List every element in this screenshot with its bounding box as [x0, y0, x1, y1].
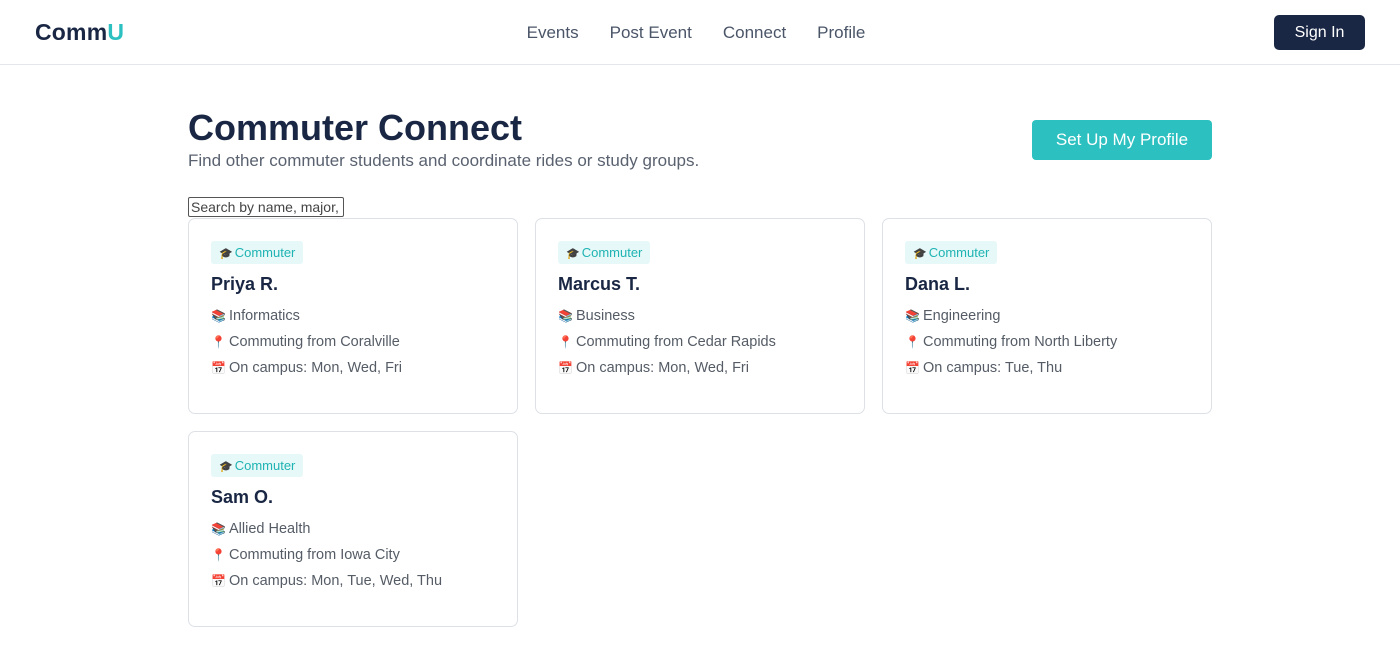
commuter-name: Priya R.	[211, 274, 279, 294]
commuter-days: 📅 On campus: Tue, Thu	[905, 360, 1063, 376]
commuter-major: 📚 Engineering	[905, 308, 1001, 324]
commuter-days: 📅 On campus: Mon, Wed, Fri	[558, 360, 749, 376]
commuter-card[interactable]: 🎓 Commuter Dana L. 📚 Engineering 📍 Commutin…	[882, 218, 1212, 414]
calendar-icon: 📅	[211, 574, 226, 588]
commuter-town: 📍 Commuting from Coralville	[211, 334, 400, 350]
commuter-days: 📅 On campus: Mon, Tue, Wed, Thu	[211, 573, 443, 589]
nav-link-post-event[interactable]: Post Event	[610, 23, 692, 43]
graduation-cap-icon: 🎓	[219, 461, 233, 473]
commuter-card[interactable]: 🎓 Commuter Sam O. 📚 Allied Health 📍 Commuti…	[188, 431, 518, 627]
nav-link-profile[interactable]: Profile	[817, 23, 865, 43]
books-icon: 📚	[211, 309, 226, 323]
commuter-badge: 🎓 Commuter	[558, 241, 651, 264]
pin-icon: 📍	[905, 335, 920, 349]
graduation-cap-icon: 🎓	[913, 248, 927, 260]
commuter-badge: 🎓 Commuter	[905, 241, 998, 264]
nav-links: Events Post Event Connect Profile	[0, 0, 1400, 65]
pin-icon: 📍	[558, 335, 573, 349]
pin-icon: 📍	[211, 335, 226, 349]
nav-link-connect[interactable]: Connect	[723, 23, 786, 43]
search-input[interactable]	[188, 197, 344, 217]
graduation-cap-icon: 🎓	[566, 248, 580, 260]
commuter-name: Marcus T.	[558, 274, 641, 294]
commuter-town: 📍 Commuting from North Liberty	[905, 334, 1118, 350]
pin-icon: 📍	[211, 548, 226, 562]
books-icon: 📚	[558, 309, 573, 323]
commuter-card[interactable]: 🎓 Commuter Priya R. 📚 Informatics 📍 Commuti…	[188, 218, 518, 414]
top-navbar: CommU Events Post Event Connect Profile …	[0, 0, 1400, 65]
calendar-icon: 📅	[211, 361, 226, 375]
books-icon: 📚	[905, 309, 920, 323]
graduation-cap-icon: 🎓	[219, 248, 233, 260]
commuter-name: Dana L.	[905, 274, 971, 294]
commuter-badge: 🎓 Commuter	[211, 241, 304, 264]
books-icon: 📚	[211, 522, 226, 536]
calendar-icon: 📅	[905, 361, 920, 375]
commuter-town: 📍 Commuting from Iowa City	[211, 547, 400, 563]
commuter-card[interactable]: 🎓 Commuter Marcus T. 📚 Business 📍 Commuting…	[535, 218, 865, 414]
nav-link-events[interactable]: Events	[527, 23, 579, 43]
commuter-town: 📍 Commuting from Cedar Rapids	[558, 334, 776, 350]
commuter-major: 📚 Informatics	[211, 308, 300, 324]
set-up-profile-button[interactable]: Set Up My Profile	[1032, 120, 1212, 160]
calendar-icon: 📅	[558, 361, 573, 375]
page-subtitle: Find other commuter students and coordin…	[188, 151, 700, 170]
commuter-badge: 🎓 Commuter	[211, 454, 304, 477]
page-title: Commuter Connect	[188, 107, 523, 148]
commuter-days: 📅 On campus: Mon, Wed, Fri	[211, 360, 402, 376]
commuter-major: 📚 Business	[558, 308, 635, 324]
commuter-name: Sam O.	[211, 487, 274, 507]
sign-in-button[interactable]: Sign In	[1274, 15, 1365, 50]
commuter-major: 📚 Allied Health	[211, 521, 311, 537]
